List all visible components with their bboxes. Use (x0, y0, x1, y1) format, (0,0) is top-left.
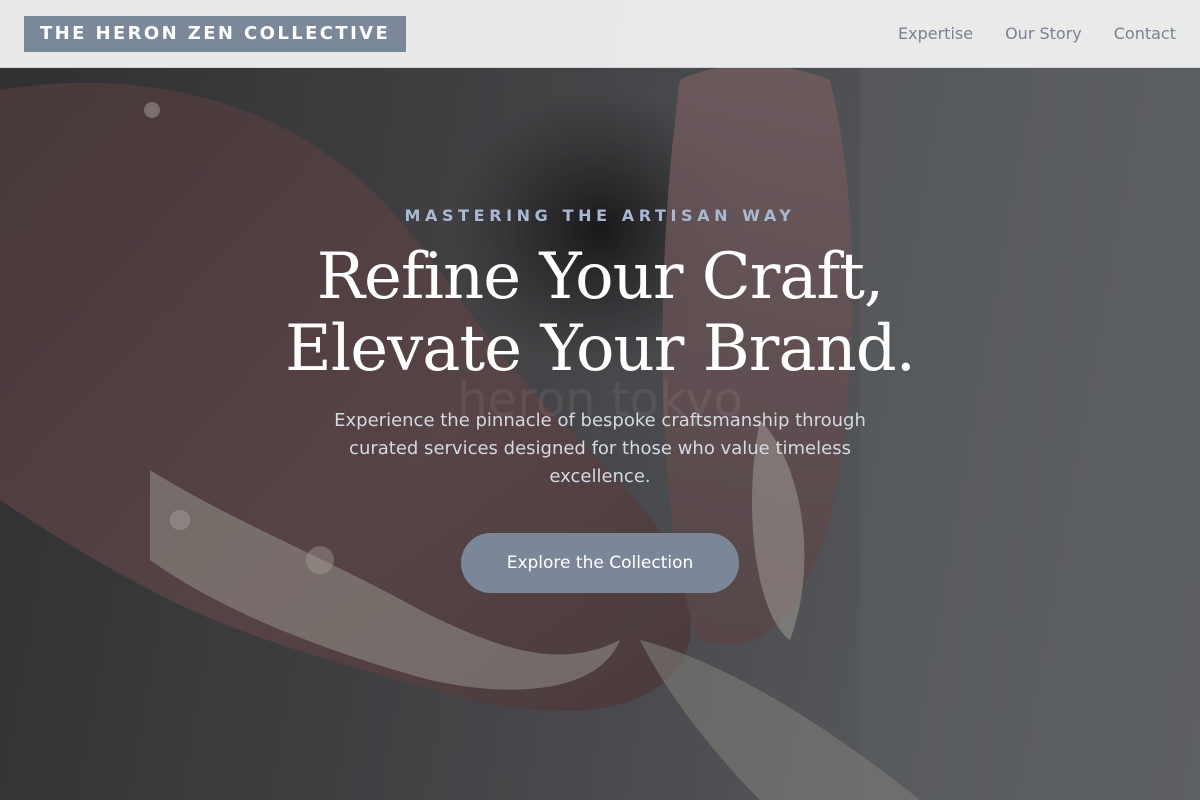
headline-line-2: Elevate Your Brand. (285, 312, 916, 386)
hero-subtitle: Experience the pinnacle of bespoke craft… (334, 410, 866, 487)
hero-content: MASTERING THE ARTISAN WAY Refine Your Cr… (0, 0, 1200, 800)
explore-collection-button[interactable]: Explore the Collection (461, 533, 739, 593)
headline-line-1: Refine Your Craft, (316, 240, 884, 314)
hero-headline: Refine Your Craft, Elevate Your Brand. (285, 240, 916, 386)
hero-eyebrow: MASTERING THE ARTISAN WAY (404, 206, 796, 225)
